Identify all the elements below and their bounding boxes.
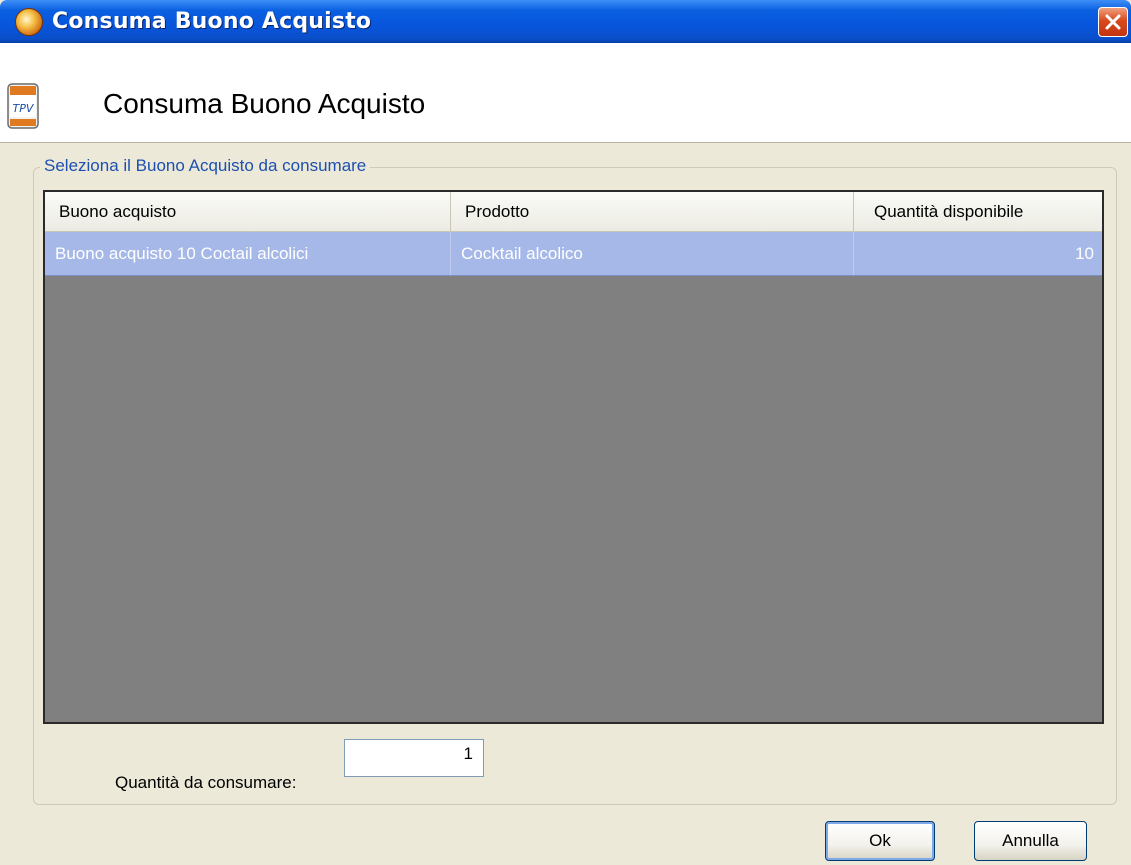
ok-button[interactable]: Ok: [825, 821, 935, 861]
cell-prodotto: Cocktail alcolico: [451, 232, 854, 275]
dialog-title: Consuma Buono Acquisto: [103, 88, 426, 119]
quantity-label: Quantità da consumare:: [115, 773, 297, 792]
app-icon: [15, 8, 43, 36]
grid-header: Buono acquisto Prodotto Quantità disponi…: [45, 192, 1102, 232]
cell-buono: Buono acquisto 10 Coctail alcolici: [45, 232, 451, 275]
svg-text:TPV: TPV: [13, 102, 35, 115]
tpv-icon: TPV: [7, 83, 39, 129]
column-header-buono[interactable]: Buono acquisto: [45, 192, 451, 231]
column-header-prodotto[interactable]: Prodotto: [451, 192, 854, 231]
window-title: Consuma Buono Acquisto: [52, 9, 372, 34]
title-bar[interactable]: Consuma Buono Acquisto: [0, 0, 1131, 43]
groupbox-legend: Seleziona il Buono Acquisto da consumare: [40, 156, 371, 176]
column-header-quantita[interactable]: Quantità disponibile: [854, 192, 1102, 231]
close-button[interactable]: [1098, 7, 1128, 37]
voucher-grid[interactable]: Buono acquisto Prodotto Quantità disponi…: [43, 190, 1104, 724]
cell-quantita: 10: [1075, 244, 1094, 263]
table-row[interactable]: Buono acquisto 10 Coctail alcolici Cockt…: [45, 232, 1102, 276]
quantity-input[interactable]: [344, 739, 484, 777]
cancel-button[interactable]: Annulla: [974, 821, 1087, 861]
close-icon: [1105, 14, 1121, 30]
